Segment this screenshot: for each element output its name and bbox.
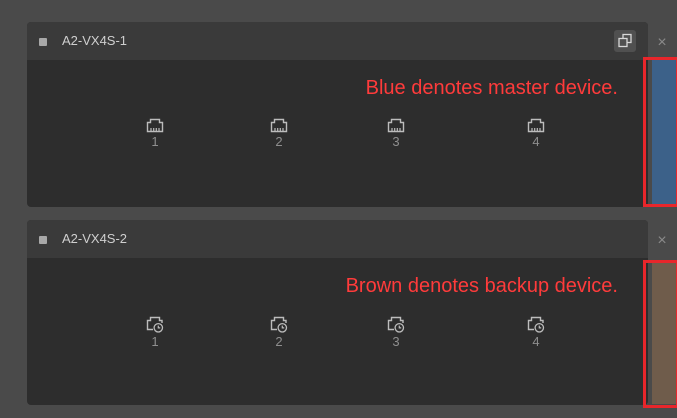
port-number: 4 (532, 334, 540, 349)
port-2[interactable]: 2 (259, 315, 299, 349)
port-number: 3 (392, 134, 400, 149)
ethernet-port-backup-icon (146, 316, 164, 333)
backup-annotation: Brown denotes backup device. (345, 275, 618, 297)
device-panel-header: A2-VX4S-2 (27, 220, 648, 258)
close-icon[interactable]: × (655, 233, 669, 249)
master-annotation: Blue denotes master device. (365, 77, 618, 99)
device-panel-header: A2-VX4S-1 (27, 22, 648, 60)
port-number: 2 (275, 334, 283, 349)
port-number: 1 (151, 134, 159, 149)
port-2[interactable]: 2 (259, 117, 299, 149)
device-name: A2-VX4S-1 (62, 33, 128, 48)
port-number: 4 (532, 134, 540, 149)
port-3[interactable]: 3 (376, 117, 416, 149)
ethernet-port-icon (146, 118, 164, 133)
device-name: A2-VX4S-2 (62, 231, 128, 246)
ethernet-port-backup-icon (527, 316, 545, 333)
device-panel-1: A2-VX4S-1 Blue denotes master device. 1 … (27, 22, 648, 207)
port-number: 1 (151, 334, 159, 349)
status-indicator (39, 38, 47, 46)
ethernet-port-icon (270, 118, 288, 133)
backup-highlight-box (643, 260, 677, 408)
status-indicator (39, 236, 47, 244)
ethernet-port-icon (527, 118, 545, 133)
port-1[interactable]: 1 (135, 117, 175, 149)
master-highlight-box (643, 57, 677, 207)
ethernet-port-icon (387, 118, 405, 133)
port-number: 3 (392, 334, 400, 349)
ethernet-port-backup-icon (387, 316, 405, 333)
copy-windows-icon[interactable] (614, 30, 636, 52)
ethernet-port-backup-icon (270, 316, 288, 333)
close-icon[interactable]: × (655, 35, 669, 51)
port-1[interactable]: 1 (135, 315, 175, 349)
port-3[interactable]: 3 (376, 315, 416, 349)
device-panel-2: A2-VX4S-2 Brown denotes backup device. 1… (27, 220, 648, 405)
port-4[interactable]: 4 (516, 117, 556, 149)
port-4[interactable]: 4 (516, 315, 556, 349)
port-number: 2 (275, 134, 283, 149)
